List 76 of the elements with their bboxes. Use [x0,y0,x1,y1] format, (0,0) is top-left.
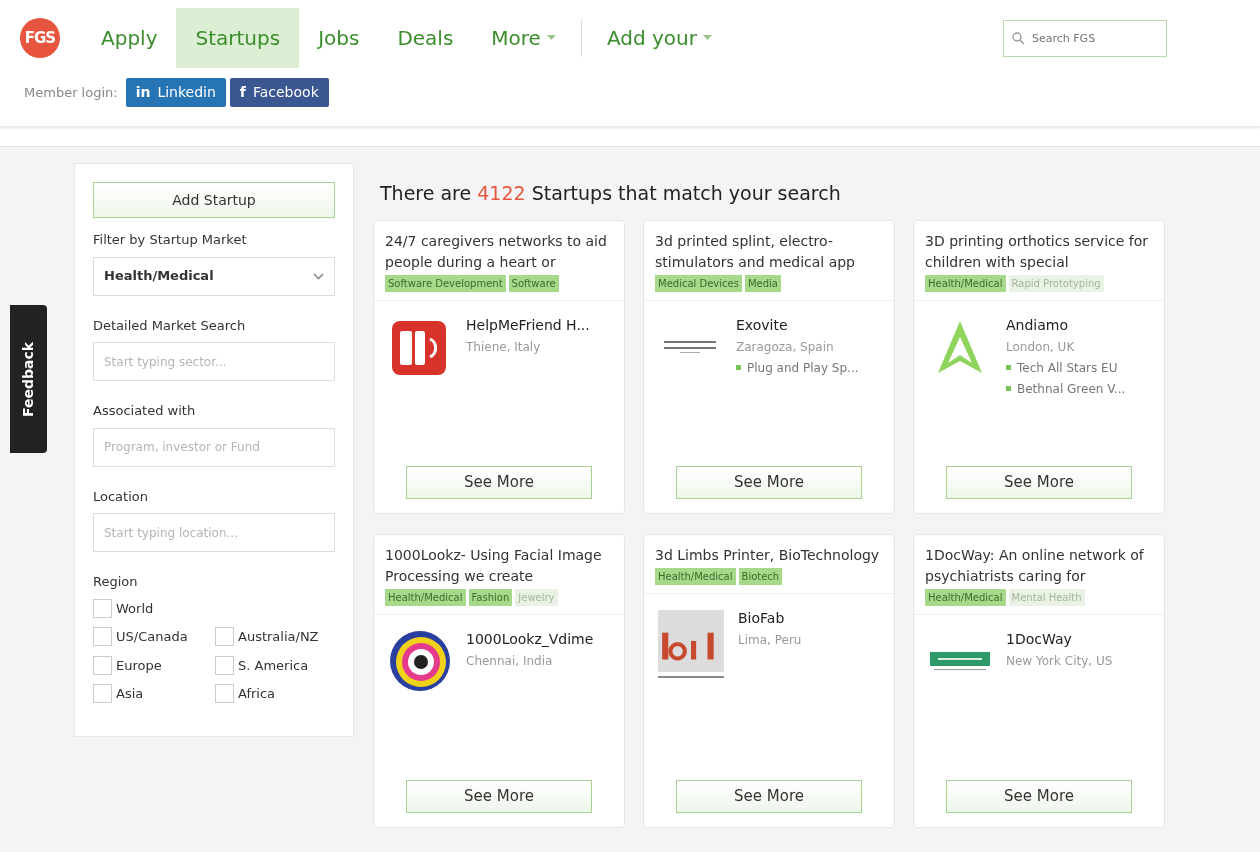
linkedin-login-button[interactable]: in Linkedin [125,78,226,107]
bullet-icon [736,365,741,370]
card-title: 1000Lookz- Using Facial Image Processing we create [384,545,603,586]
card-title: 3d Limbs Printer, BioTechnology [654,545,881,565]
program-name: Plug and Play Sp... [747,359,859,377]
nav-tab[interactable]: More [472,8,575,68]
field-label: Location [93,487,149,506]
nav-tab[interactable]: Add your [587,8,731,68]
facebook-login-button[interactable]: f Facebook [229,78,329,107]
startup-location: London, UK [1006,338,1076,356]
startup-location: Lima, Peru [738,631,802,649]
startup-name[interactable]: Exovite [736,314,859,336]
nav-tab[interactable]: Jobs [299,8,379,68]
market-tag[interactable]: Health/Medical [385,588,466,606]
text-field[interactable]: Start typing sector... [93,342,335,381]
nav-tab[interactable]: Deals [378,8,473,68]
field-label: Filter by Startup Market [93,231,248,249]
startup-name[interactable]: HelpMeFriend H... [466,314,590,336]
market-select[interactable]: Health/Medical [93,256,335,296]
feedback-tab[interactable]: Feedback [10,305,47,453]
region-checkbox[interactable]: US/Canada [93,627,215,647]
market-tag[interactable]: Health/Medical [925,588,1006,606]
field-label: Region [93,573,139,591]
text-field[interactable]: Start typing location... [93,513,335,552]
card-title: 3D printing orthotics service for children with special [924,231,1150,272]
chevron-icon [313,272,324,280]
see-more-button[interactable]: See More [676,779,862,813]
bullet-icon [1006,386,1011,391]
eye-logo-icon [388,628,452,693]
market-tag[interactable]: Biotech [738,567,783,585]
region-checkbox[interactable]: Asia [93,684,215,704]
caret-icon [702,35,712,41]
company-logo-icon [658,607,724,678]
company-logo-icon [928,651,992,670]
search-icon [1012,31,1025,45]
region-checkbox[interactable]: Australia/NZ [215,627,335,647]
add-startup-button[interactable]: Add Startup [93,182,335,218]
search-field[interactable]: Search FGS [1003,19,1167,57]
caret-icon [546,35,556,41]
market-tag[interactable]: Software [508,274,559,292]
region-checkbox[interactable]: Africa [215,684,335,704]
startup-name[interactable]: BioFab [738,607,802,629]
program-name: Tech All Stars EU [1017,359,1118,377]
market-tag[interactable]: Media [744,274,781,292]
see-more-button[interactable]: See More [946,465,1132,499]
see-more-button[interactable]: See More [406,465,592,499]
market-tag[interactable]: Health/Medical [925,274,1006,292]
startup-name[interactable]: 1DocWay [1006,628,1113,650]
market-tag[interactable]: Fashion [468,588,513,606]
region-checkbox[interactable]: Europe [93,655,215,675]
fgs-logo[interactable]: FGS [20,18,60,58]
startup-location: New York City, US [1006,652,1113,670]
startup-location: Chennai, India [466,652,554,670]
region-checkbox[interactable]: World [93,598,335,618]
see-more-button[interactable]: See More [406,779,592,813]
nav-tab[interactable]: Apply [82,8,177,68]
program-name: Bethnal Green V... [1017,380,1126,398]
startup-location: Zaragoza, Spain [736,338,835,356]
card-title: 1DocWay: An online network of psychiatrists caring for [924,545,1145,586]
startup-name[interactable]: Andiamo [1006,314,1126,336]
startup-name[interactable]: 1000Lookz_Vdime [466,628,594,650]
market-tag[interactable]: Software Development [385,274,506,292]
results-heading: There are 4122 Startups that match your search [380,181,842,206]
field-label: Associated with [93,402,197,420]
market-tag[interactable]: Health/Medical [655,567,736,585]
see-more-button[interactable]: See More [946,779,1132,813]
market-tag[interactable]: Medical Devices [655,274,742,292]
card-title: 3d printed splint, electro-stimulators and medical app [654,231,856,272]
bullet-icon [1006,365,1011,370]
see-more-button[interactable]: See More [676,465,862,499]
card-title: 24/7 caregivers networks to aid people during a heart or [384,231,608,272]
field-label: Detailed Market Search [93,316,247,335]
startup-location: Thiene, Italy [466,338,542,356]
login-label: Member login: [24,83,118,102]
region-checkbox[interactable]: S. America [215,655,335,675]
text-field[interactable]: Program, investor or Fund [93,427,335,467]
